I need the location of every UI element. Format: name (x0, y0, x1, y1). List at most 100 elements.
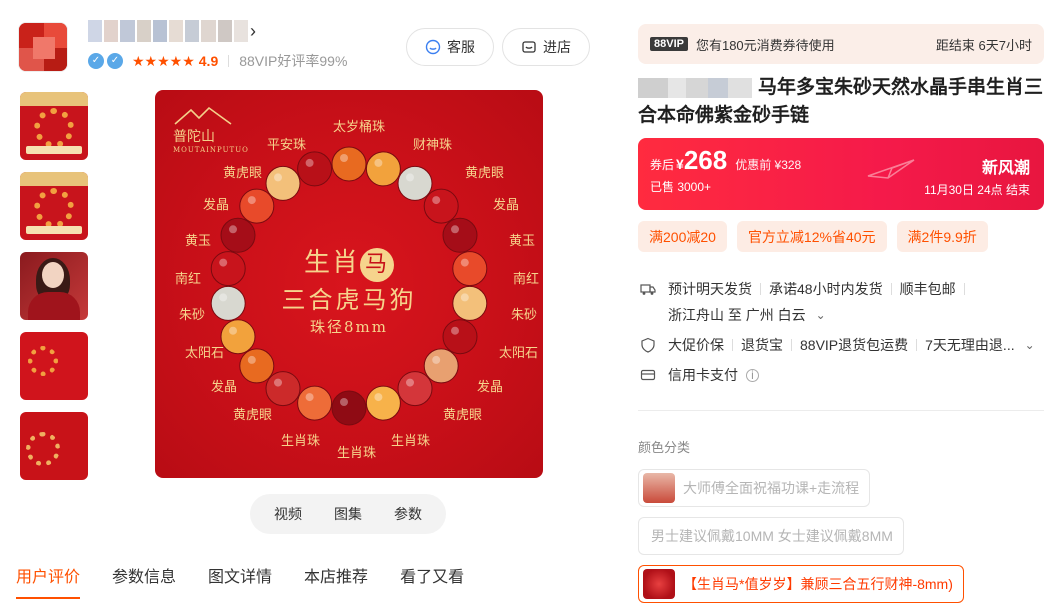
bead-label: 发晶 (211, 380, 238, 395)
price-prefix: 券后 (650, 158, 675, 172)
guarantee-item: 退货宝 (741, 337, 783, 353)
ship-promise: 承诺48小时内发货 (769, 281, 883, 297)
media-tabs: 视频 图集 参数 (250, 494, 446, 534)
shop-level-icon: ✓ (107, 53, 123, 69)
bead-highlight (229, 225, 237, 234)
guarantee-item: 88VIP退货包运费 (800, 337, 909, 353)
bead-highlight (247, 196, 256, 205)
option-label: 颜色分类 (638, 440, 691, 455)
tab-details[interactable]: 图文详情 (208, 563, 272, 587)
campaign-time: 11月30日 24点 结束 (924, 183, 1030, 197)
divider (228, 55, 230, 67)
bead (297, 151, 333, 187)
bead (365, 151, 401, 187)
shop-name[interactable] (88, 20, 249, 42)
rating-score: 4.9 (198, 53, 219, 69)
guarantee-item: 7天无理由退... (925, 337, 1015, 353)
option-item[interactable]: 大师傅全面祝福功课+走流程 (638, 469, 871, 507)
option-thumbnail (643, 569, 675, 599)
divider (760, 283, 761, 295)
bead (397, 371, 433, 407)
bead (265, 371, 301, 407)
bead-label: 财神珠 (413, 138, 453, 153)
tab-shop-recommend[interactable]: 本店推荐 (304, 563, 368, 587)
bead-highlight (374, 393, 383, 402)
bead (265, 165, 301, 201)
bead (331, 146, 367, 182)
delivery-row[interactable]: 预计明天发货 承诺48小时内发货 顺丰包邮 (640, 279, 973, 299)
customer-service-button[interactable]: 客服 (406, 28, 494, 66)
vip-countdown: 距结束 6天7小时 (935, 37, 1032, 53)
coupon-item[interactable]: 满200减20 (638, 221, 727, 252)
route-row[interactable]: 浙江舟山 至 广州 白云 ⌄ (668, 305, 826, 325)
product-title: 马年多宝朱砂天然水晶手串生肖三合本命佛紫金砂手链 (638, 74, 1048, 130)
media-tab-album[interactable]: 图集 (334, 504, 362, 524)
divider (638, 410, 1044, 411)
bead-highlight (432, 196, 441, 205)
headline-text: 生肖 (303, 248, 360, 278)
bead-highlight (374, 158, 383, 167)
price-card: 券后 ¥ 268 优惠前 ¥328 已售 3000+ 新风潮 11月30日 24… (638, 138, 1044, 210)
payment-method: 信用卡支付 (668, 367, 738, 383)
bead-highlight (451, 225, 459, 234)
bead-label: 黄虎眼 (465, 166, 505, 181)
guarantee-item: 大促价保 (668, 337, 724, 353)
chevron-right-icon[interactable]: › (250, 20, 256, 42)
bead-highlight (406, 378, 414, 387)
paper-plane-icon (867, 159, 915, 179)
guarantee-row[interactable]: 大促价保 退货宝 88VIP退货包运费 7天无理由退... ⌄ (640, 335, 1035, 355)
coupon-item[interactable]: 满2件9.9折 (896, 221, 988, 252)
bead-label: 黄虎眼 (233, 408, 273, 423)
main-product-image[interactable]: 普陀山 MOUTAINPUTUO 太岁桶珠 平安珠 财神珠 黄虎眼 黄虎眼 发晶… (155, 90, 543, 478)
campaign-name: 新风潮 (981, 160, 1030, 177)
media-tab-video[interactable]: 视频 (274, 504, 302, 524)
info-icon[interactable]: i (746, 368, 759, 382)
divider (732, 339, 733, 351)
chevron-down-icon[interactable]: ⌄ (1025, 338, 1035, 352)
chevron-down-icon[interactable]: ⌄ (816, 308, 826, 322)
tab-also-viewed[interactable]: 看了又看 (400, 563, 464, 587)
thumbnail-2[interactable] (20, 172, 88, 240)
thumbnail-1[interactable] (20, 92, 88, 160)
thumbnail-4[interactable] (20, 332, 88, 400)
option-label-text: 男士建议佩戴10MM 女士建议佩戴8MM (651, 528, 893, 544)
price-currency: ¥ (676, 156, 684, 172)
detail-tabs: 用户评价 参数信息 图文详情 本店推荐 看了又看 (16, 563, 464, 599)
price-row: 券后 ¥ 268 优惠前 ¥328 (650, 146, 1032, 174)
media-tab-params[interactable]: 参数 (394, 504, 422, 524)
bead-label: 生肖珠 (391, 434, 431, 449)
bead-highlight (340, 398, 348, 406)
bead-label: 生肖珠 (281, 434, 321, 449)
rating-stars: ★★★★★ (132, 52, 195, 69)
title-brand-blurred (638, 77, 756, 98)
shop-badges: ✓ ✓ ★★★★★ 4.9 88VIP好评率99% (88, 52, 347, 70)
bead (239, 188, 275, 224)
shop-logo[interactable] (18, 22, 68, 72)
enter-shop-button[interactable]: 进店 (502, 28, 590, 66)
express-type: 顺丰包邮 (899, 281, 956, 297)
option-item[interactable]: 男士建议佩戴10MM 女士建议佩戴8MM (638, 517, 904, 555)
bead-highlight (432, 355, 441, 364)
thumbnail-3[interactable] (20, 252, 88, 320)
bead-label: 太阳石 (185, 346, 225, 361)
ship-time: 预计明天发货 (668, 281, 752, 297)
bead (239, 348, 275, 384)
bead-label: 黄虎眼 (443, 408, 483, 423)
coupon-item[interactable]: 官方立减12%省40元 (736, 221, 887, 252)
headset-icon (425, 39, 441, 55)
bead (331, 390, 367, 426)
credit-card-icon (640, 367, 656, 383)
bead-label: 平安珠 (267, 138, 307, 153)
option-item-selected[interactable]: 【生肖马*值岁岁】兼顾三合五行财神-8mm) (638, 565, 964, 603)
option-label-text: 大师傅全面祝福功课+走流程 (683, 480, 860, 496)
thumbnail-5[interactable] (20, 412, 88, 480)
bead-label: 黄虎眼 (223, 166, 263, 181)
coupon-list: 满200减20 官方立减12%省40元 满2件9.9折 (638, 221, 988, 252)
price-value: 268 (683, 145, 728, 175)
tab-reviews[interactable]: 用户评价 (16, 563, 81, 599)
bead (365, 385, 401, 421)
bead-highlight (305, 393, 314, 402)
vip-coupon-bar[interactable]: 88VIP 您有180元消费券待使用 距结束 6天7小时 (638, 24, 1044, 64)
tab-params[interactable]: 参数信息 (112, 563, 176, 587)
bead (397, 165, 433, 201)
